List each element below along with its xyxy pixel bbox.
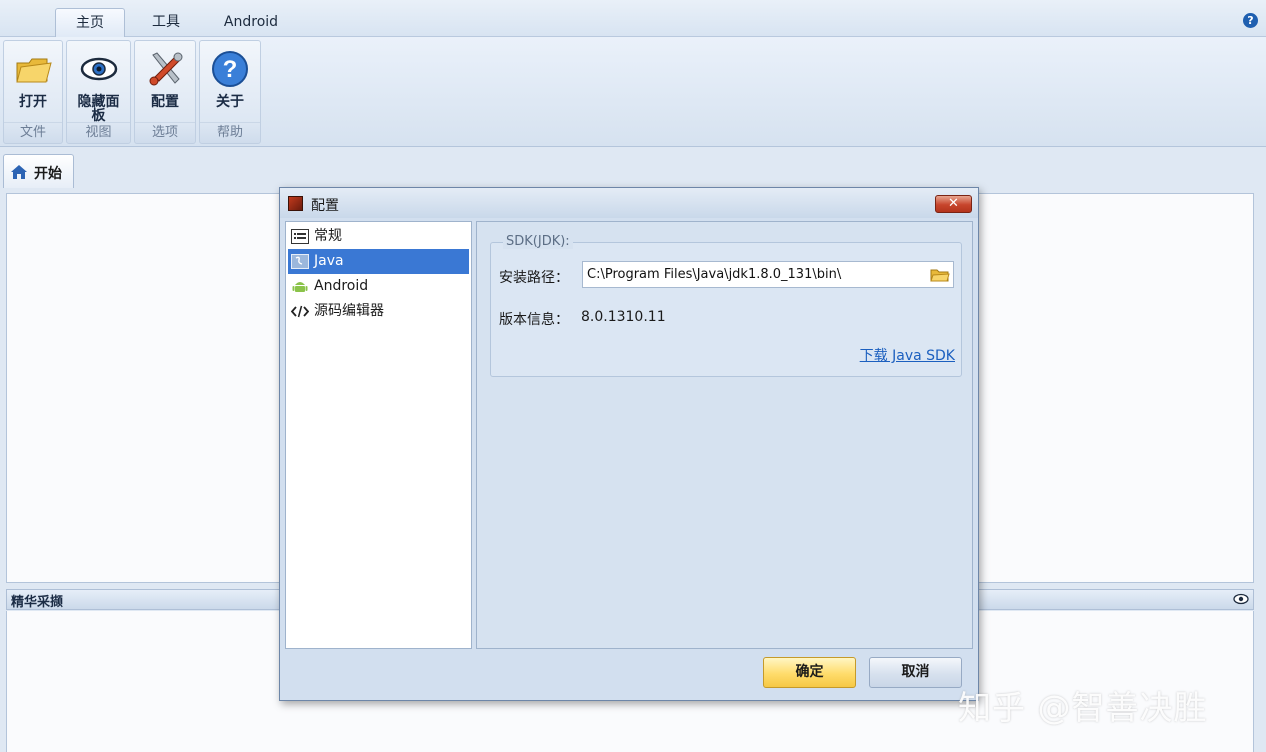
open-button[interactable]: 打开 xyxy=(6,43,60,123)
android-icon xyxy=(292,282,308,292)
tab-start-label: 开始 xyxy=(34,166,62,182)
code-icon xyxy=(291,305,309,318)
nav-item-label: 源码编辑器 xyxy=(314,303,384,319)
hide-panel-label: 隐藏面板 xyxy=(77,94,120,124)
tab-android[interactable]: Android xyxy=(208,8,294,38)
ok-button[interactable]: 确定 xyxy=(763,657,856,688)
open-button-label: 打开 xyxy=(19,94,47,110)
tab-start[interactable]: 开始 xyxy=(3,154,74,188)
java-icon xyxy=(291,254,309,269)
settings-nav-list: 常规 Java Android 源码编辑器 xyxy=(285,221,472,649)
ribbon-group-options: 配置 选项 xyxy=(134,40,196,144)
config-dialog: 配置 ✕ 常规 Java Android 源码编辑器 SDK(JDK): 安装路… xyxy=(279,187,979,701)
config-button[interactable]: 配置 xyxy=(137,43,193,123)
sdk-group: SDK(JDK): 安装路径： 版本信息： 8.0.1310.11 下载 Jav… xyxy=(490,234,962,377)
install-path-field xyxy=(582,261,954,288)
app-icon xyxy=(288,196,303,211)
group-label-view: 视图 xyxy=(67,122,130,142)
about-button[interactable]: ? 关于 xyxy=(202,43,258,123)
version-label: 版本信息： xyxy=(499,312,569,328)
version-value: 8.0.1310.11 xyxy=(581,309,666,325)
nav-item-label: Android xyxy=(314,278,369,294)
java-settings-panel: SDK(JDK): 安装路径： 版本信息： 8.0.1310.11 下载 Jav… xyxy=(476,221,973,649)
ribbon-group-help: ? 关于 帮助 xyxy=(199,40,261,144)
ribbon: 打开 文件 隐藏面板 视图 配置 选项 ? 关于 帮助 xyxy=(0,37,1266,147)
nav-item-general[interactable]: 常规 xyxy=(288,224,469,249)
about-button-label: 关于 xyxy=(216,94,244,110)
tools-icon xyxy=(149,52,183,86)
nav-item-code-editor[interactable]: 源码编辑器 xyxy=(288,299,469,324)
eye-icon xyxy=(80,57,117,81)
nav-item-label: Java xyxy=(314,253,344,269)
open-folder-icon xyxy=(16,58,52,83)
eye-icon[interactable] xyxy=(1233,593,1249,605)
ribbon-tab-bar: 主页 工具 Android ? xyxy=(0,0,1266,38)
dialog-title: 配置 xyxy=(311,198,339,214)
close-button[interactable]: ✕ xyxy=(935,195,972,213)
tab-home[interactable]: 主页 xyxy=(55,8,125,38)
cancel-button[interactable]: 取消 xyxy=(869,657,962,688)
group-label-help: 帮助 xyxy=(200,122,260,142)
group-label-options: 选项 xyxy=(135,122,195,142)
ribbon-group-view: 隐藏面板 视图 xyxy=(66,40,131,144)
download-java-sdk-link[interactable]: 下载 Java SDK xyxy=(860,345,955,365)
home-icon xyxy=(11,165,27,179)
nav-item-label: 常规 xyxy=(314,228,342,244)
nav-item-java[interactable]: Java xyxy=(288,249,469,274)
install-path-label: 安装路径： xyxy=(499,270,569,286)
tab-tools[interactable]: 工具 xyxy=(135,8,197,38)
help-icon: ? xyxy=(212,51,248,87)
browse-folder-icon[interactable] xyxy=(930,267,950,283)
svg-text:?: ? xyxy=(223,56,238,83)
install-path-input[interactable] xyxy=(583,262,928,287)
nav-item-android[interactable]: Android xyxy=(288,274,469,299)
bottom-panel-title: 精华采撷 xyxy=(11,595,64,610)
config-button-label: 配置 xyxy=(151,94,179,110)
group-label-file: 文件 xyxy=(4,122,62,142)
hide-panel-button[interactable]: 隐藏面板 xyxy=(69,43,128,123)
list-icon xyxy=(291,229,309,244)
help-icon[interactable]: ? xyxy=(1243,13,1258,28)
sdk-group-title: SDK(JDK): xyxy=(503,234,573,249)
dialog-title-bar[interactable]: 配置 ✕ xyxy=(280,188,978,218)
ribbon-group-file: 打开 文件 xyxy=(3,40,63,144)
watermark: 知乎 @智善决胜 xyxy=(958,688,1208,727)
